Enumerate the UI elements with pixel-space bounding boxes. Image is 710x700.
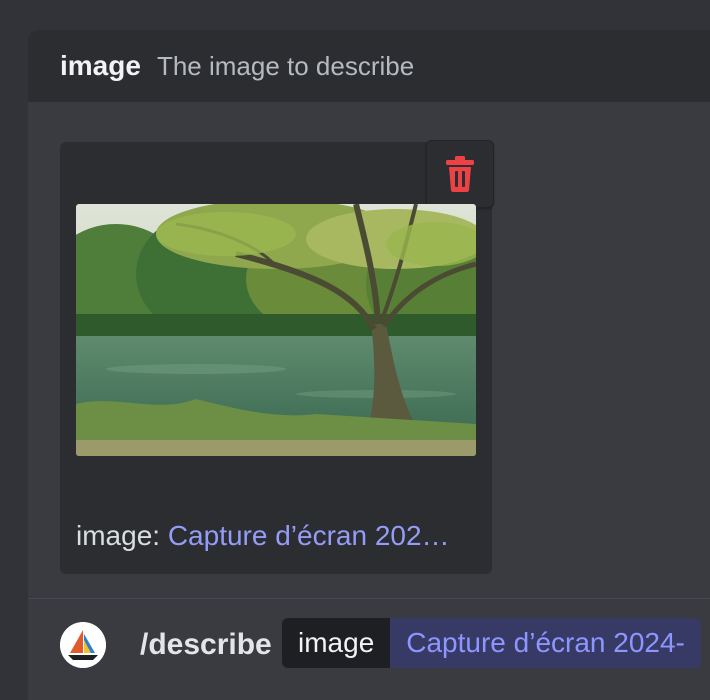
slash-command-panel: image The image to describe image: Captu… — [28, 30, 710, 700]
sailboat-icon — [60, 622, 106, 668]
divider — [28, 598, 710, 599]
option-header: image The image to describe — [28, 30, 710, 102]
delete-attachment-button[interactable] — [426, 140, 494, 208]
command-input-bar[interactable]: /describe image Capture d’écran 2024- — [28, 600, 710, 700]
option-description: The image to describe — [156, 50, 415, 81]
param-label: image — [282, 618, 391, 668]
attachment-filename: image: Capture d’écran 202… — [76, 520, 476, 552]
command-name: /describe — [140, 628, 272, 661]
attachment-filename-value[interactable]: Capture d’écran 202… — [168, 520, 450, 551]
trash-icon — [446, 156, 474, 192]
bot-avatar — [60, 622, 106, 668]
attachment-card[interactable]: image: Capture d’écran 202… — [60, 140, 494, 574]
attachment-label: image: — [76, 520, 161, 551]
attachment-thumbnail — [76, 204, 476, 456]
command-param-pill[interactable]: image Capture d’écran 2024- — [282, 618, 701, 668]
param-value[interactable]: Capture d’écran 2024- — [390, 618, 701, 668]
option-name: image — [60, 50, 141, 81]
